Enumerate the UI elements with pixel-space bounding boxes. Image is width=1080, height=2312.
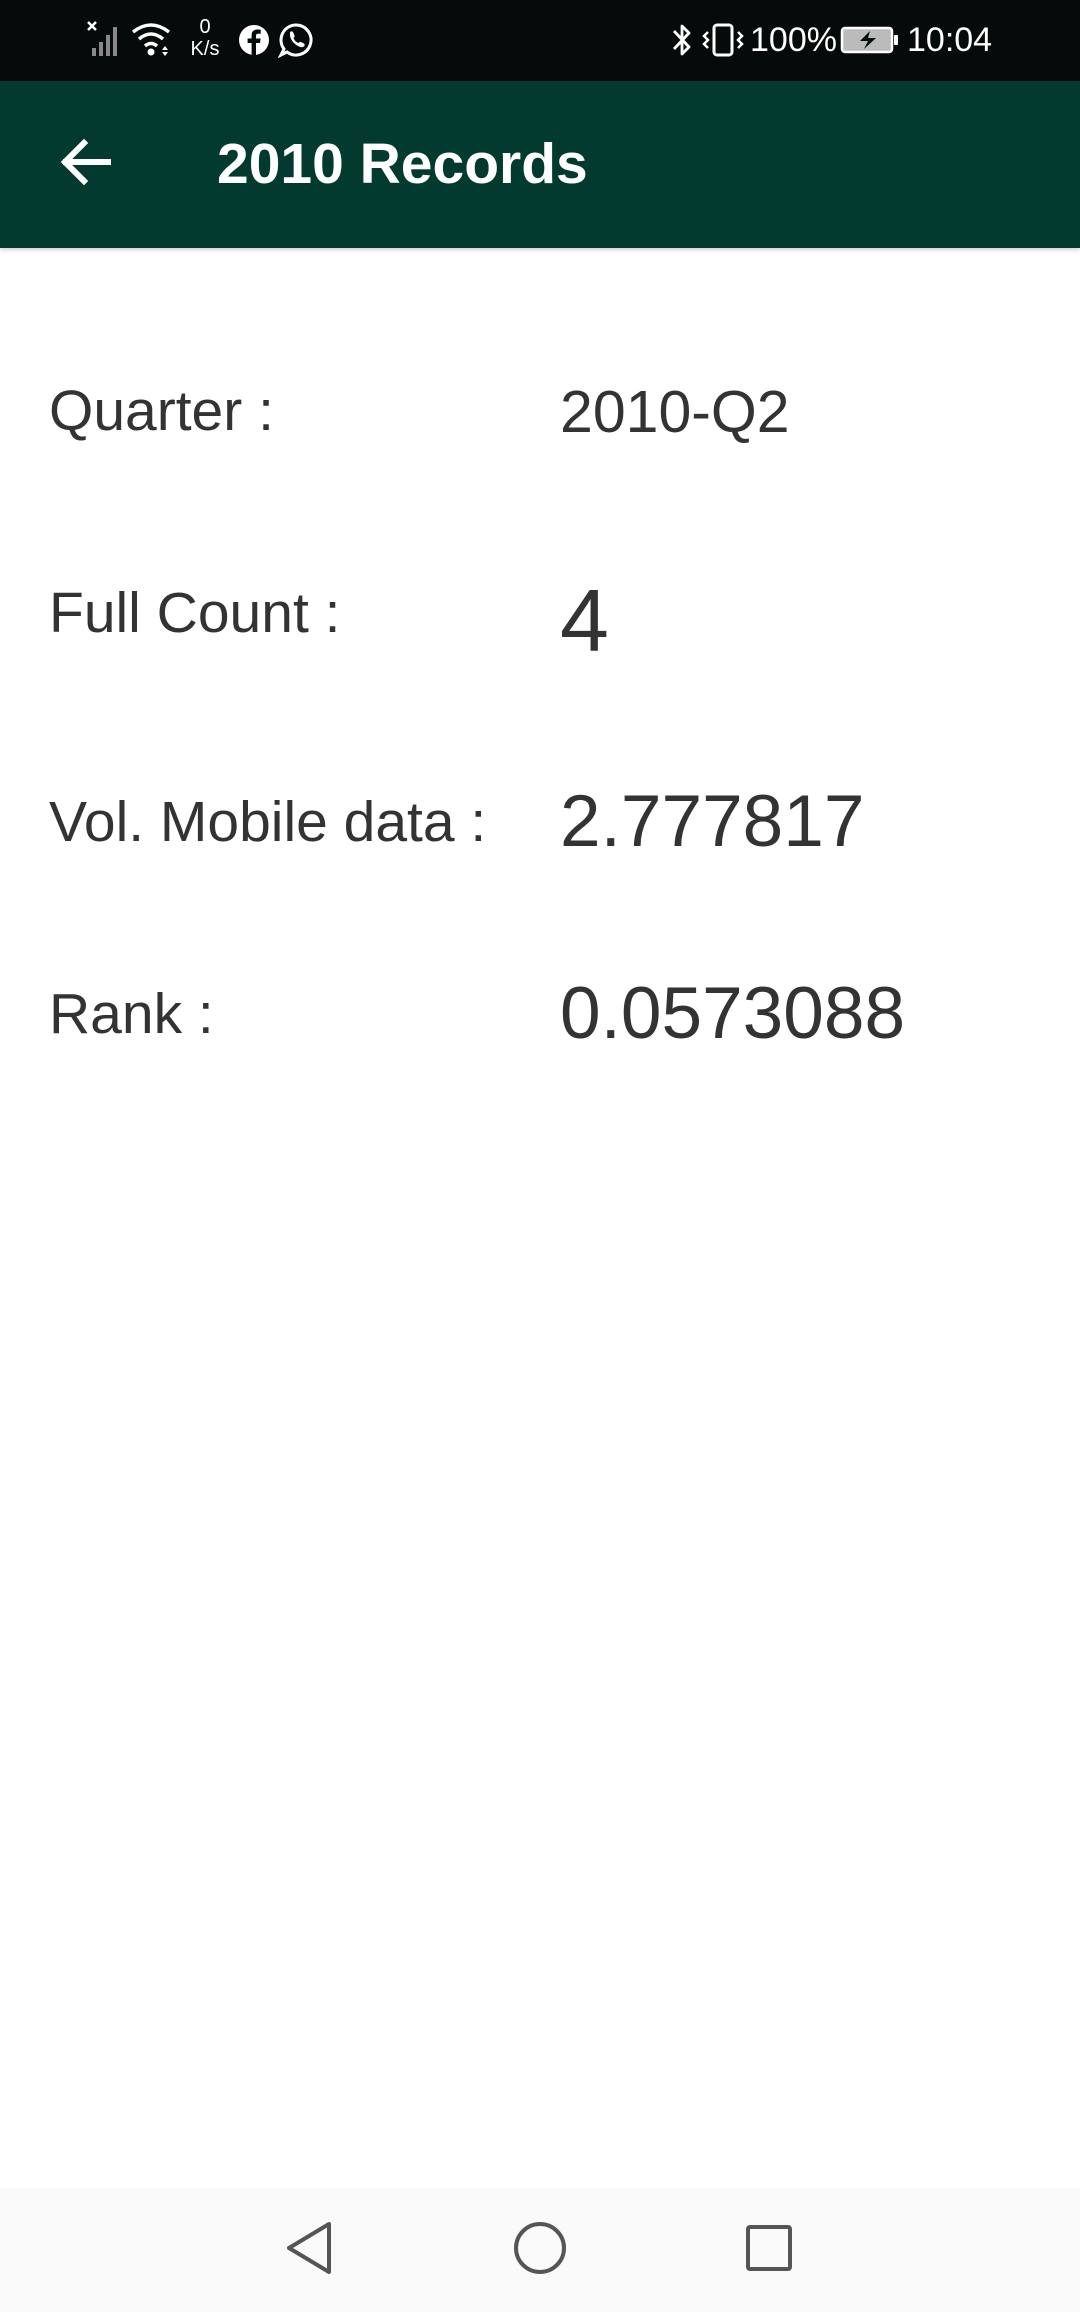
page-title: 2010 Records: [217, 132, 588, 196]
bluetooth-icon: [668, 20, 696, 60]
vol-mobile-data-label: Vol. Mobile data :: [49, 790, 487, 854]
wifi-icon: [130, 20, 172, 58]
full-count-value: 4: [560, 571, 609, 670]
network-speed: 0 K/s: [184, 16, 226, 60]
battery-charging-icon: [840, 25, 900, 55]
rank-value: 0.0573088: [560, 973, 906, 1054]
vibrate-icon: [700, 20, 746, 60]
navigation-bar: [0, 2188, 1080, 2312]
full-count-label: Full Count :: [49, 581, 341, 645]
home-circle-icon: [510, 2218, 570, 2283]
quarter-label: Quarter :: [49, 379, 274, 443]
arrow-left-icon: [58, 135, 112, 194]
app-bar: 2010 Records: [0, 81, 1080, 248]
quarter-value: 2010-Q2: [560, 379, 790, 445]
nav-home-button[interactable]: [495, 2210, 585, 2290]
status-bar: 0 K/s 100% 10:04: [0, 0, 1080, 81]
facebook-icon: [238, 24, 270, 56]
nav-recents-button[interactable]: [724, 2210, 814, 2290]
rank-label: Rank :: [49, 982, 214, 1046]
recents-square-icon: [742, 2221, 796, 2280]
back-button[interactable]: [40, 119, 130, 209]
network-speed-unit: K/s: [190, 38, 220, 60]
battery-percent: 100%: [750, 21, 837, 59]
vol-mobile-data-value: 2.777817: [560, 781, 865, 862]
whatsapp-icon: [278, 22, 314, 58]
back-triangle-icon: [281, 2218, 337, 2283]
signal-off-icon: [86, 18, 122, 58]
network-speed-value: 0: [199, 16, 211, 38]
nav-back-button[interactable]: [264, 2210, 354, 2290]
clock: 10:04: [907, 21, 993, 59]
